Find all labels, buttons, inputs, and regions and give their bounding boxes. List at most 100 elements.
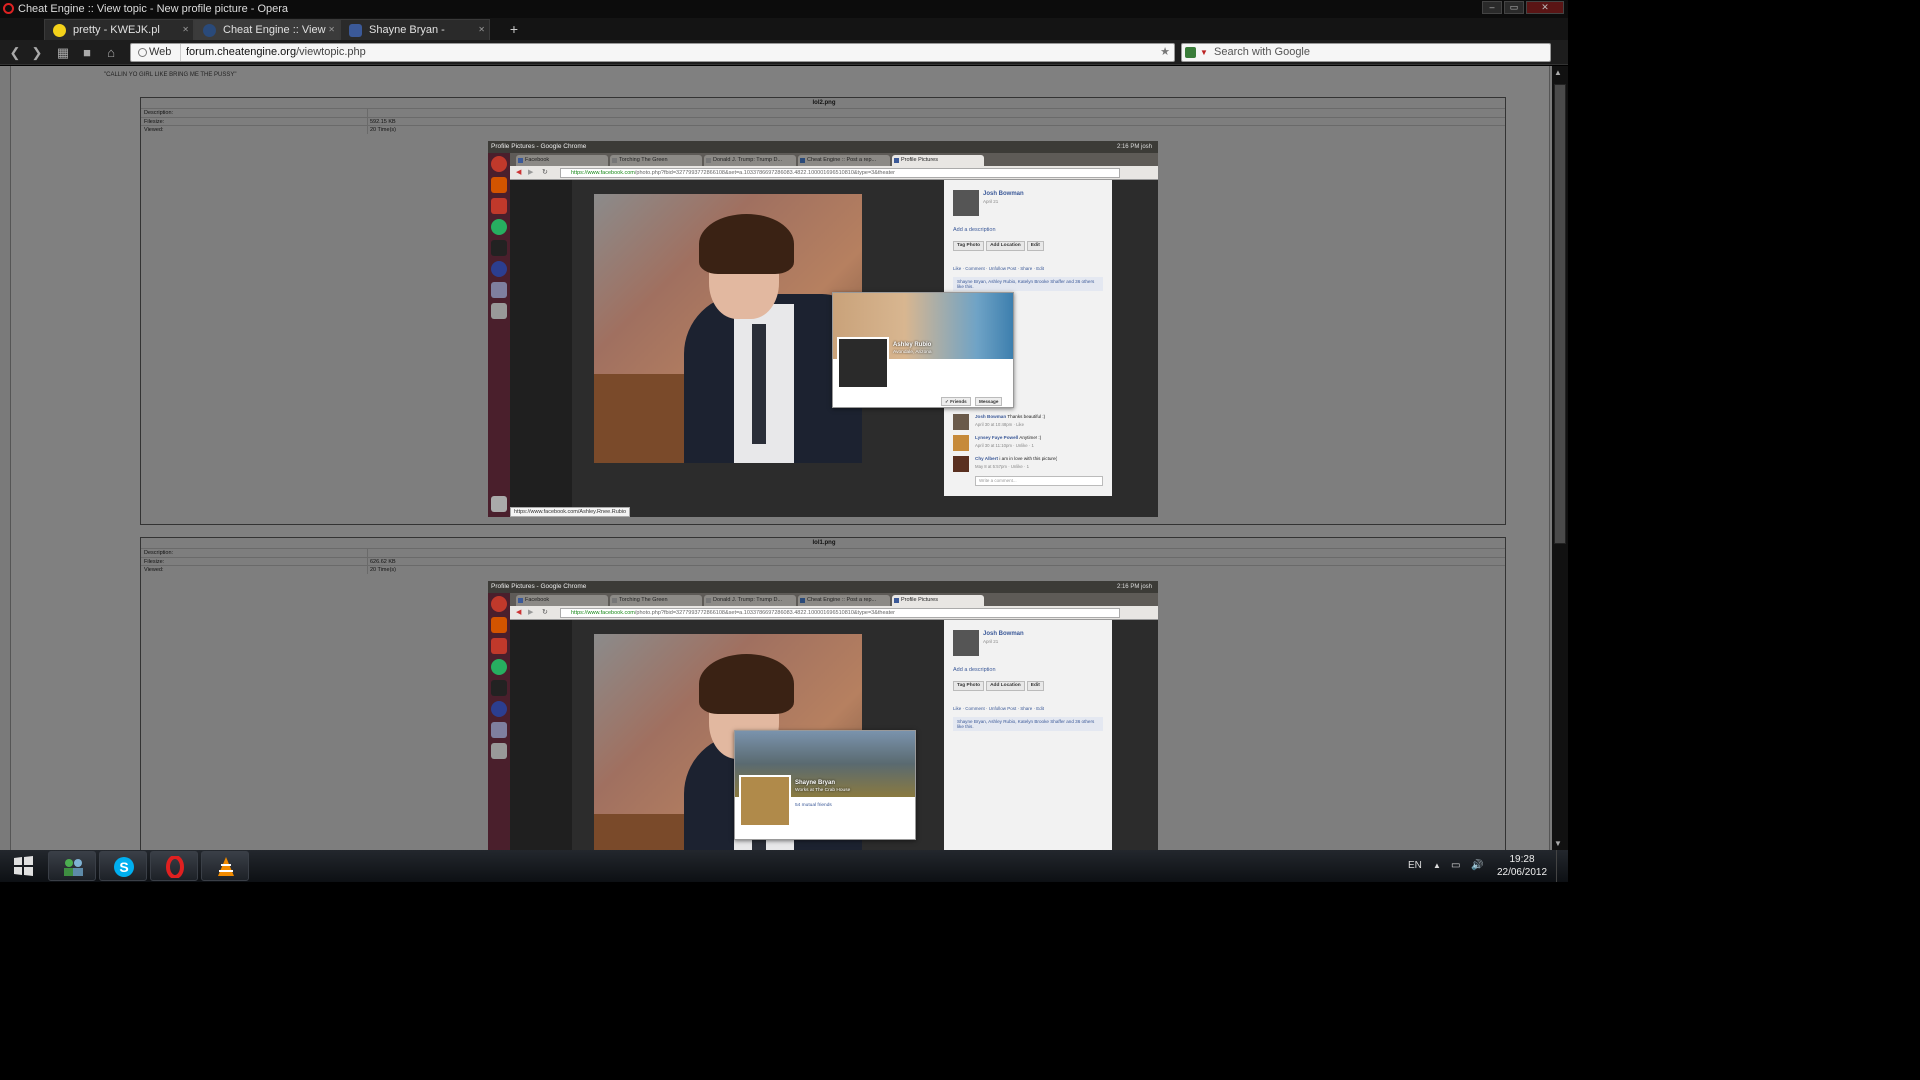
photo-buttons: Tag Photo Add Location Edit	[953, 681, 1044, 691]
chrome-tab-label: Torching The Green	[619, 157, 668, 163]
back-icon: ◀	[516, 609, 522, 616]
chrome-tab-bar: Facebook Torching The Green Donald J. Tr…	[510, 593, 1158, 606]
attachment-filename: lol2.png	[812, 100, 836, 106]
tab-facebook-messages[interactable]: Shayne Bryan - Messa... ✕	[340, 19, 490, 56]
web-page: "CALLIN YO GIRL LIKE BRING ME THE PUSSY"…	[0, 66, 1568, 850]
chrome-tab-bar: Facebook Torching The Green Donald J. Tr…	[510, 153, 1158, 166]
search-input[interactable]: ▼ Search with Google	[1181, 43, 1551, 62]
write-comment-input: Write a comment...	[975, 476, 1103, 486]
attachment-filename: lol1.png	[812, 540, 836, 546]
tab-close-icon[interactable]: ✕	[478, 20, 485, 40]
hovercard-ashley: Ashley Rubio Avondale, Arizona ✓ Friends…	[832, 292, 1014, 408]
language-indicator[interactable]: EN	[1408, 850, 1422, 882]
chrome-tab: Facebook	[516, 595, 608, 606]
ubuntu-window-title: Profile Pictures - Google Chrome	[488, 581, 1158, 593]
globe-icon	[138, 48, 147, 57]
maximize-button[interactable]: ▭	[1504, 1, 1524, 14]
hovercard-name: Ashley Rubio	[893, 342, 932, 348]
back-button[interactable]: ❮	[6, 44, 24, 61]
ubuntu-dash-icon	[491, 156, 507, 172]
new-tab-button[interactable]: +	[502, 19, 526, 39]
terminal-icon	[491, 240, 507, 256]
owner-name: Josh Bowman	[983, 191, 1024, 197]
taskbar-opera[interactable]	[150, 851, 198, 881]
speed-dial-icon[interactable]: ▦	[54, 44, 72, 61]
tray-expand-icon[interactable]: ▲	[1433, 850, 1441, 882]
post-quote-text: "CALLIN YO GIRL LIKE BRING ME THE PUSSY"	[104, 72, 237, 78]
meta-row: Description:	[141, 548, 1505, 557]
bookmark-star-icon[interactable]: ★	[1160, 44, 1170, 61]
comment-text: Lynsey Faye Powell Anytime! :)	[975, 435, 1041, 440]
tab-cheat-engine[interactable]: Cheat Engine :: View t... ✕	[194, 19, 340, 56]
chevron-down-icon[interactable]: ▼	[1200, 44, 1208, 61]
web-badge[interactable]: Web	[131, 44, 181, 61]
chrome-tab-label: Profile Pictures	[901, 157, 938, 163]
close-button[interactable]: ✕	[1526, 1, 1564, 14]
scroll-up-icon[interactable]: ▲	[1554, 68, 1562, 77]
page-icon	[612, 598, 617, 603]
page-scrollbar[interactable]: ▲ ▼	[1552, 66, 1568, 850]
add-description-link: Add a description	[953, 667, 996, 673]
firefox-icon	[491, 198, 507, 214]
taskbar-skype[interactable]: S	[99, 851, 147, 881]
taskbar-vlc[interactable]	[201, 851, 249, 881]
facebook-icon	[518, 158, 523, 163]
attached-screenshot-1[interactable]: Profile Pictures - Google Chrome 2:16 PM…	[488, 141, 1158, 517]
meta-row: Description:	[141, 108, 1505, 117]
page-icon	[706, 158, 711, 163]
home-folder-icon	[491, 617, 507, 633]
edit-button: Edit	[1026, 241, 1044, 251]
tab-label: pretty - KWEJK.pl	[73, 24, 160, 36]
likes-summary: Shayne Bryan, Ashley Rubio, Katelyn Broo…	[953, 717, 1103, 731]
tab-kwejk[interactable]: pretty - KWEJK.pl ✕	[44, 19, 194, 40]
chrome-tab: Torching The Green	[610, 155, 702, 166]
clock[interactable]: 19:28 22/06/2012	[1494, 853, 1550, 879]
chrome-toolbar: ◀ ▶ ↻ https://www.facebook.com/photo.php…	[510, 606, 1158, 620]
comment-date: May 8 at 5:57pm · Unlike · 1	[975, 464, 1029, 469]
show-desktop-button[interactable]	[1556, 850, 1568, 882]
opera-logo-icon	[3, 3, 14, 14]
chrome-tab-label: Profile Pictures	[901, 597, 938, 603]
workspace-icon	[491, 743, 507, 759]
chrome-tab: Donald J. Trump: Trump D...	[704, 595, 796, 606]
minimize-button[interactable]: –	[1482, 1, 1502, 14]
window-controls: – ▭ ✕	[1482, 1, 1564, 14]
volume-tray-icon[interactable]: 🔊	[1471, 850, 1483, 882]
tab-close-icon[interactable]: ✕	[328, 20, 335, 40]
edit-button: Edit	[1026, 681, 1044, 691]
chrome-icon	[491, 219, 507, 235]
start-button[interactable]	[4, 852, 42, 880]
stop-icon[interactable]: ■	[78, 44, 96, 61]
home-icon[interactable]: ⌂	[102, 44, 120, 61]
chrome-tab-label: Cheat Engine :: Post a rep...	[807, 157, 877, 163]
cheat-engine-icon	[800, 158, 805, 163]
chrome-tab-label: Donald J. Trump: Trump D...	[713, 157, 783, 163]
web-label: Web	[149, 46, 172, 58]
attached-screenshot-2[interactable]: Profile Pictures - Google Chrome 2:16 PM…	[488, 581, 1158, 850]
taskbar-network-app[interactable]	[48, 851, 96, 881]
avatar	[739, 775, 791, 827]
forward-button[interactable]: ❯	[28, 44, 46, 61]
chrome-tab: Facebook	[516, 155, 608, 166]
meta-row: Filesize: 626.62 KB	[141, 556, 1505, 565]
owner-name: Josh Bowman	[983, 631, 1024, 637]
chrome-tab: Donald J. Trump: Trump D...	[704, 155, 796, 166]
likes-summary: Shayne Bryan, Ashley Rubio, Katelyn Broo…	[953, 277, 1103, 291]
ubuntu-panel-indicators: 2:16 PM josh	[1116, 584, 1152, 590]
photo-hair	[699, 654, 794, 714]
facebook-background	[510, 180, 572, 517]
home-folder-icon	[491, 177, 507, 193]
tab-close-icon[interactable]: ✕	[182, 20, 189, 40]
smiley-icon	[53, 24, 66, 37]
opera-icon	[166, 856, 184, 878]
scrollbar-thumb[interactable]	[1554, 84, 1566, 544]
network-tray-icon[interactable]: ▭	[1451, 850, 1460, 882]
address-bar[interactable]: Web forum.cheatengine.org/viewtopic.php …	[130, 43, 1175, 62]
hovercard-location: Works at The Crab House	[795, 788, 851, 793]
scroll-down-icon[interactable]: ▼	[1554, 839, 1562, 848]
facebook-icon	[349, 24, 362, 37]
meta-row: Viewed: 20 Time(s)	[141, 125, 1505, 134]
url-rest: /photo.php?fbid=3277993772866108&set=a.1…	[634, 170, 896, 176]
window-title-bar: Cheat Engine :: View topic - New profile…	[0, 0, 1568, 18]
cheat-engine-icon	[203, 24, 216, 37]
